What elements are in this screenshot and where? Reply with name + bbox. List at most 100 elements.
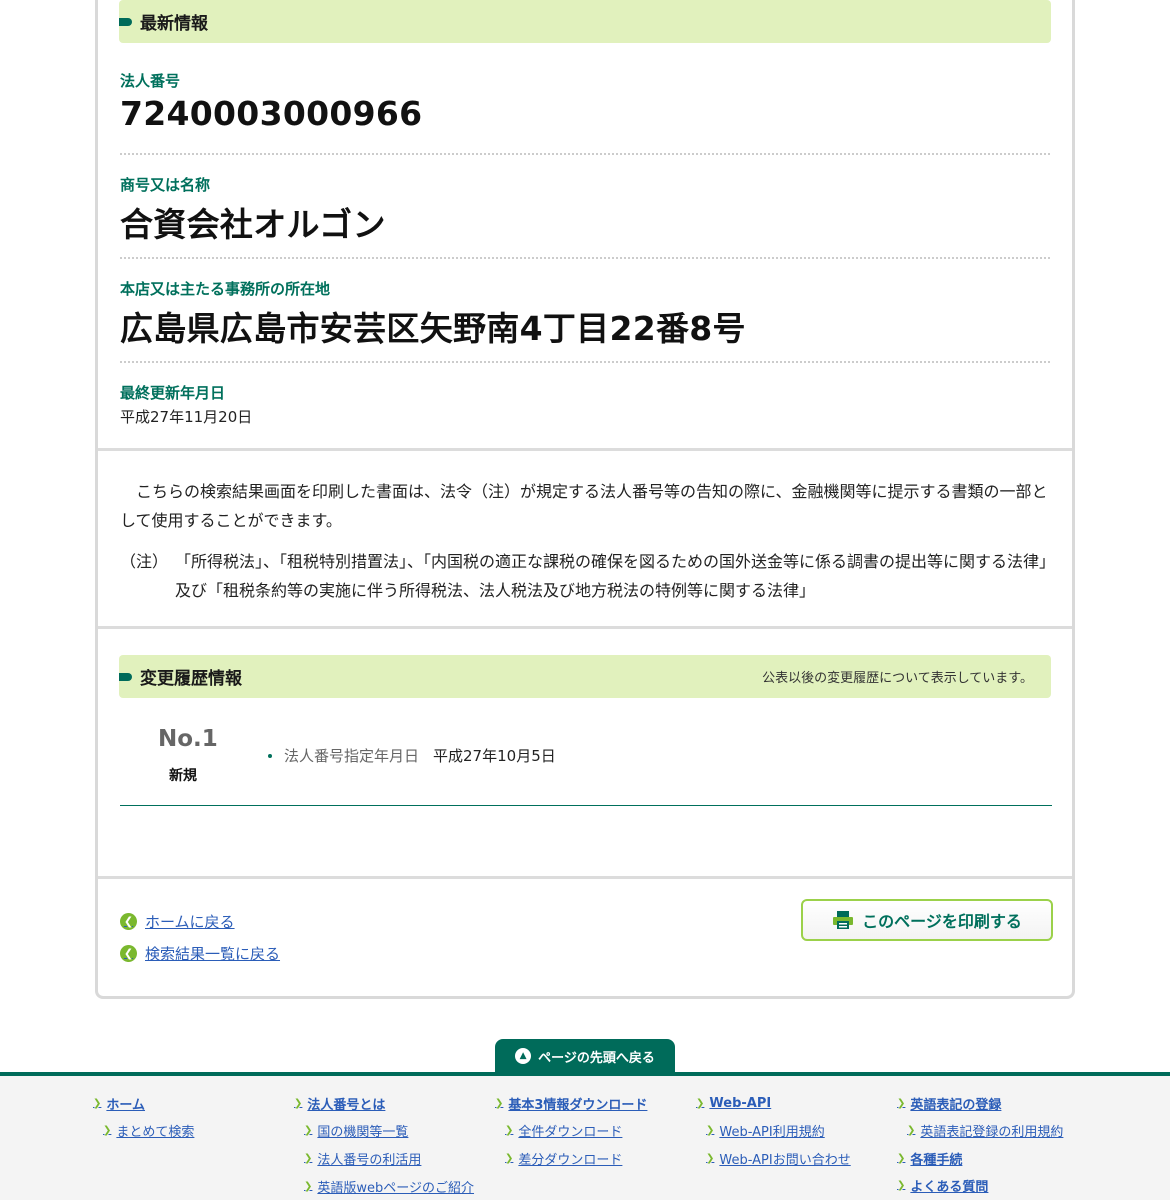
footer-link-label: 差分ダウンロード <box>518 1152 623 1168</box>
chevron-right-icon: ❯ <box>696 1097 705 1109</box>
notice-footnote: （注） 「所得税法」、「租税特別措置法」、「内国税の適正な課税の確保を図るための… <box>120 547 1055 605</box>
history-entry-type: 新規 <box>169 768 197 784</box>
footer-link-english-registration[interactable]: ❯ 英語表記の登録 <box>897 1094 1063 1113</box>
updated-value: 平成27年11月20日 <box>120 408 253 426</box>
chevron-right-icon: ❯ <box>897 1097 906 1109</box>
chevron-right-icon: ❯ <box>505 1152 514 1164</box>
chevron-up-icon: ▲ <box>515 1048 532 1064</box>
history-entry-item: 法人番号指定年月日 平成27年10月5日 <box>268 745 556 766</box>
footer-link-label: 英語表記の登録 <box>910 1097 1002 1113</box>
footer-link-full-download[interactable]: ❯ 全件ダウンロード <box>495 1121 647 1140</box>
history-note: 公表以後の変更履歴について表示しています。 <box>762 671 1033 686</box>
chevron-right-icon: ❯ <box>495 1097 504 1109</box>
latest-info-title: 最新情報 <box>140 14 208 34</box>
footer-nav: ❯ ホーム ❯ まとめて検索 ❯ 法人番号とは ❯ 国の機関等一覧 ❯ 法人番号の利活用 … <box>0 1072 1170 1200</box>
chevron-right-icon: ❯ <box>93 1097 102 1109</box>
history-heading: 変更履歴情報 公表以後の変更履歴について表示しています。 <box>119 655 1051 698</box>
corp-number-label: 法人番号 <box>120 72 181 90</box>
footer-link-webapi-contact[interactable]: ❯ Web-APIお問い合わせ <box>696 1149 851 1168</box>
dotted-divider <box>120 257 1050 259</box>
footer-link-about[interactable]: ❯ 法人番号とは <box>294 1094 474 1113</box>
footer-link-label: Web-API <box>709 1095 772 1111</box>
footer-link-label: 法人番号の利活用 <box>317 1152 422 1168</box>
footer-column-about: ❯ 法人番号とは ❯ 国の機関等一覧 ❯ 法人番号の利活用 ❯ 英語版webページのご紹… <box>294 1094 474 1200</box>
history-item-value: 平成27年10月5日 <box>433 747 556 765</box>
footer-link-webapi-terms[interactable]: ❯ Web-API利用規約 <box>696 1121 851 1140</box>
section-divider <box>98 448 1072 451</box>
home-link[interactable]: ❮ ホームに戻る <box>120 911 235 932</box>
corp-number-value: 7240003000966 <box>120 94 423 133</box>
footer-link-agencies[interactable]: ❯ 国の機関等一覧 <box>294 1121 474 1140</box>
footer-link-webapi[interactable]: ❯ Web-API <box>696 1094 851 1112</box>
page-top-button[interactable]: ▲ ページの先頭へ戻る <box>495 1039 675 1073</box>
result-card: 最新情報 法人番号 7240003000966 商号又は名称 合資会社オルゴン … <box>95 0 1075 999</box>
dotted-divider <box>120 153 1050 155</box>
history-title: 変更履歴情報 <box>140 669 242 689</box>
notice-text: こちらの検索結果画面を印刷した書面は、法令（注）が規定する法人番号等の告知の際に… <box>120 482 1048 530</box>
footer-link-diff-download[interactable]: ❯ 差分ダウンロード <box>495 1149 647 1168</box>
address-label: 本店又は主たる事務所の所在地 <box>120 280 331 298</box>
footer-link-english-terms[interactable]: ❯ 英語表記登録の利用規約 <box>897 1121 1064 1140</box>
printer-icon <box>833 911 854 929</box>
chevron-right-icon: ❯ <box>294 1097 303 1109</box>
footer-link-faq[interactable]: ❯ よくある質問 <box>897 1176 1063 1195</box>
chevron-left-icon: ❮ <box>120 945 137 962</box>
footer-link-download[interactable]: ❯ 基本3情報ダウンロード <box>495 1094 648 1113</box>
footer-column-webapi: ❯ Web-API ❯ Web-API利用規約 ❯ Web-APIお問い合わせ <box>696 1094 851 1177</box>
footer-link-label: まとめて検索 <box>116 1124 195 1140</box>
section-divider <box>98 876 1072 879</box>
footer-link-label: 国の機関等一覧 <box>317 1124 409 1140</box>
chevron-right-icon: ❯ <box>907 1124 916 1136</box>
history-entry-number: No.1 <box>158 726 218 752</box>
footer-link-label: Web-APIお問い合わせ <box>719 1152 851 1168</box>
bullet-icon <box>268 753 272 758</box>
print-notice: こちらの検索結果画面を印刷した書面は、法令（注）が規定する法人番号等の告知の際に… <box>120 477 1055 605</box>
footer-column-english: ❯ 英語表記の登録 ❯ 英語表記登録の利用規約 ❯ 各種手続 ❯ よくある質問 <box>897 1094 1063 1200</box>
heading-marker-icon <box>119 672 132 681</box>
chevron-right-icon: ❯ <box>897 1152 906 1164</box>
footer-link-english-site[interactable]: ❯ 英語版webページのご紹介 <box>294 1177 475 1196</box>
footer-link-label: 全件ダウンロード <box>518 1124 623 1140</box>
footer-link-home[interactable]: ❯ ホーム <box>93 1094 194 1113</box>
home-link-label: ホームに戻る <box>145 913 235 931</box>
history-row-divider <box>120 805 1052 806</box>
latest-info-heading: 最新情報 <box>119 0 1051 43</box>
chevron-right-icon: ❯ <box>505 1124 514 1136</box>
chevron-right-icon: ❯ <box>706 1124 715 1136</box>
address-value: 広島県広島市安芸区矢野南4丁目22番8号 <box>120 309 746 348</box>
chevron-left-icon: ❮ <box>120 913 137 930</box>
footer-link-usage[interactable]: ❯ 法人番号の利活用 <box>294 1149 474 1168</box>
footer-link-procedures[interactable]: ❯ 各種手続 <box>897 1149 1063 1168</box>
results-list-link[interactable]: ❮ 検索結果一覧に戻る <box>120 943 280 964</box>
print-button[interactable]: このページを印刷する <box>801 899 1053 941</box>
name-value: 合資会社オルゴン <box>120 205 386 244</box>
chevron-right-icon: ❯ <box>706 1152 715 1164</box>
footer-link-label: よくある質問 <box>910 1179 989 1195</box>
section-divider <box>98 626 1072 629</box>
footnote-tag: （注） <box>120 552 169 571</box>
updated-label: 最終更新年月日 <box>120 384 226 402</box>
footer-link-label: 英語表記登録の利用規約 <box>920 1124 1064 1140</box>
footer-link-label: 法人番号とは <box>307 1097 386 1113</box>
footer-link-label: 英語版webページのご紹介 <box>317 1180 475 1196</box>
footer-link-label: Web-API利用規約 <box>719 1124 825 1140</box>
footer-column-home: ❯ ホーム ❯ まとめて検索 <box>93 1094 194 1149</box>
chevron-right-icon: ❯ <box>897 1179 906 1191</box>
chevron-right-icon: ❯ <box>304 1124 313 1136</box>
footer-link-label: ホーム <box>106 1097 146 1113</box>
footer-link-bulk-search[interactable]: ❯ まとめて検索 <box>93 1121 195 1140</box>
chevron-right-icon: ❯ <box>103 1124 112 1136</box>
history-item-label: 法人番号指定年月日 <box>284 747 420 765</box>
chevron-right-icon: ❯ <box>304 1152 313 1164</box>
footer-column-download: ❯ 基本3情報ダウンロード ❯ 全件ダウンロード ❯ 差分ダウンロード <box>495 1094 647 1177</box>
results-link-label: 検索結果一覧に戻る <box>145 945 281 963</box>
page-top-label: ページの先頭へ戻る <box>538 1050 655 1066</box>
chevron-right-icon: ❯ <box>304 1180 313 1192</box>
print-button-label: このページを印刷する <box>862 912 1022 931</box>
heading-marker-icon <box>119 17 132 26</box>
footnote-text: 「所得税法」、「租税特別措置法」、「内国税の適正な課税の確保を図るための国外送金… <box>175 552 1056 600</box>
dotted-divider <box>120 361 1050 363</box>
footer-link-label: 各種手続 <box>910 1152 963 1168</box>
name-label: 商号又は名称 <box>120 176 211 194</box>
footer-link-label: 基本3情報ダウンロード <box>508 1097 648 1113</box>
